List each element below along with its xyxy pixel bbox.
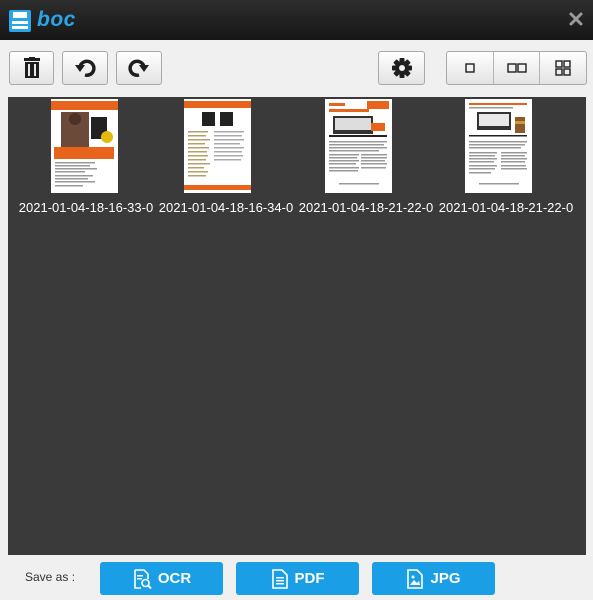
rotate-right-button[interactable] [116, 51, 162, 85]
grid-view-icon [555, 60, 571, 76]
file-name-label: 2021-01-04-18-21-22-0 [298, 200, 434, 215]
file-name-label: 2021-01-04-18-21-22-0 [438, 200, 574, 215]
app-logo-icon [9, 10, 31, 32]
gear-icon [391, 58, 412, 78]
save-pdf-label: PDF [294, 570, 325, 587]
rotate-right-icon [128, 59, 149, 77]
save-jpg-button[interactable]: JPG [372, 562, 495, 595]
single-view-button[interactable] [447, 52, 493, 84]
ocr-icon [134, 568, 152, 589]
save-ocr-label: OCR [157, 570, 192, 587]
pdf-icon [271, 568, 288, 589]
single-view-icon [465, 63, 475, 73]
settings-button[interactable] [378, 51, 425, 85]
close-icon[interactable] [568, 11, 584, 27]
rotate-left-icon [75, 59, 96, 77]
document-preview-image [184, 99, 251, 193]
grid-view-button[interactable] [539, 52, 586, 84]
save-ocr-button[interactable]: OCR [100, 562, 223, 595]
save-pdf-button[interactable]: PDF [236, 562, 359, 595]
save-as-label: Save as : [25, 570, 76, 584]
document-preview-image [51, 99, 118, 193]
save-bar: Save as : OCR PDF JPG [0, 555, 593, 600]
trash-icon [23, 57, 40, 78]
double-view-icon [506, 63, 527, 73]
jpg-icon [407, 568, 424, 589]
app-title: boc [37, 8, 76, 31]
toolbar [0, 40, 593, 97]
title-bar: boc [0, 0, 593, 40]
rotate-left-button[interactable] [62, 51, 108, 85]
view-mode-group [446, 51, 587, 85]
save-jpg-label: JPG [430, 570, 461, 587]
document-preview-image [465, 99, 532, 193]
file-name-label: 2021-01-04-18-16-34-0 [158, 200, 294, 215]
delete-button[interactable] [9, 51, 54, 85]
thumbnail-area: 2021-01-04-18-16-33-0 2021-01-04-18-16-3… [8, 97, 586, 555]
document-preview-image [325, 99, 392, 193]
file-name-label: 2021-01-04-18-16-33-0 [18, 200, 154, 215]
double-view-button[interactable] [492, 52, 540, 84]
